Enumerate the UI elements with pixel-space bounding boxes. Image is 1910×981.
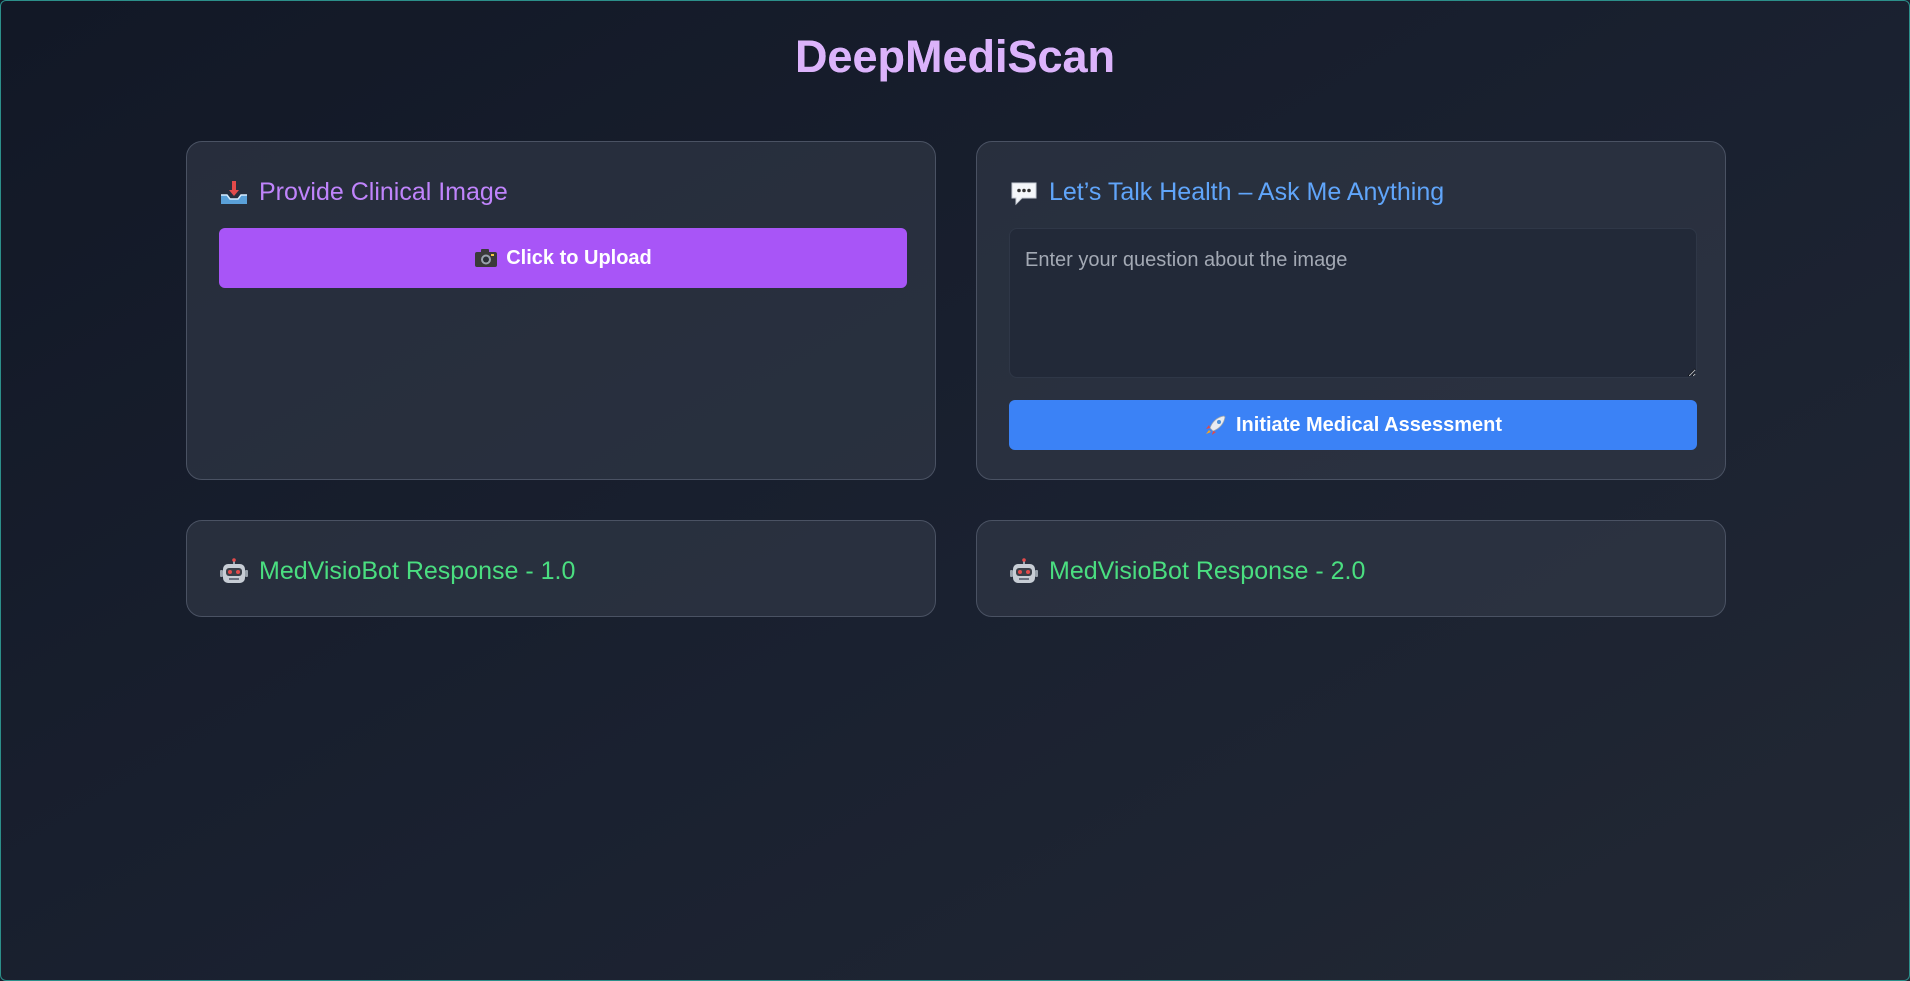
- speech-bubble-icon: [1009, 179, 1039, 207]
- upload-card-title: Provide Clinical Image: [259, 178, 508, 206]
- camera-icon: [474, 247, 498, 269]
- rocket-icon: [1204, 414, 1228, 436]
- upload-card: Provide Clinical Image Click to Upload: [186, 141, 936, 480]
- response-card-2: MedVisioBot Response - 2.0: [976, 520, 1726, 617]
- response-card-1: MedVisioBot Response - 1.0: [186, 520, 936, 617]
- upload-button[interactable]: Click to Upload: [219, 228, 907, 288]
- response-card-1-header: MedVisioBot Response - 1.0: [219, 557, 575, 586]
- inbox-tray-icon: [219, 179, 249, 207]
- question-card: Let’s Talk Health – Ask Me Anything Init…: [976, 141, 1726, 480]
- robot-icon: [219, 557, 249, 586]
- question-input[interactable]: [1009, 228, 1697, 378]
- response-1-title: MedVisioBot Response - 1.0: [259, 557, 576, 585]
- upload-card-header: Provide Clinical Image: [219, 178, 508, 207]
- initiate-assessment-button[interactable]: Initiate Medical Assessment: [1009, 400, 1697, 450]
- page-title: DeepMediScan: [1, 31, 1909, 83]
- response-2-title: MedVisioBot Response - 2.0: [1049, 557, 1366, 585]
- robot-icon: [1009, 557, 1039, 586]
- question-card-title: Let’s Talk Health – Ask Me Anything: [1049, 178, 1445, 206]
- question-card-header: Let’s Talk Health – Ask Me Anything: [1009, 178, 1444, 207]
- response-card-2-header: MedVisioBot Response - 2.0: [1009, 557, 1365, 586]
- upload-button-label: Click to Upload: [506, 246, 652, 269]
- initiate-assessment-label: Initiate Medical Assessment: [1235, 413, 1503, 436]
